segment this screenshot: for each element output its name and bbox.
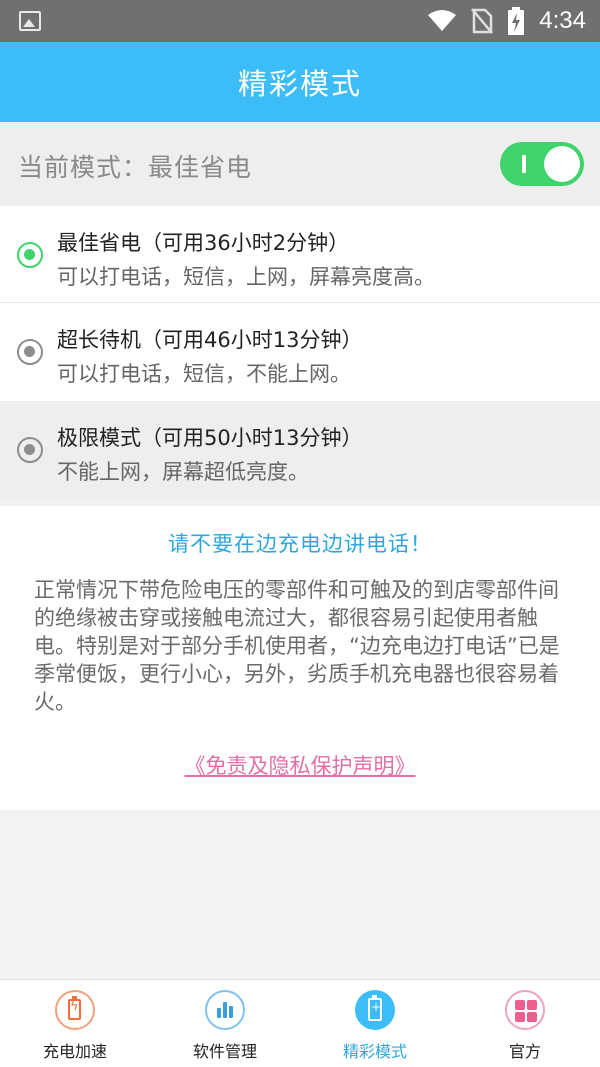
battery-mode-icon <box>355 990 395 1030</box>
option-desc: 可以打电话，短信，不能上网。 <box>57 362 351 386</box>
nav-label: 充电加速 <box>42 1042 107 1061</box>
nav-label: 软件管理 <box>192 1042 257 1061</box>
radio-best-saving[interactable] <box>17 242 43 268</box>
nav-item-charge-boost[interactable]: 充电加速 <box>0 980 150 1067</box>
privacy-statement-link[interactable]: 《免责及隐私保护声明》 <box>0 750 600 780</box>
warning-paragraph: 正常情况下带危险电压的零部件和可触及的到店零部件间的绝缘被击穿或接触电流过大，都… <box>34 578 560 714</box>
option-best-saving[interactable]: 最佳省电（可用36小时2分钟） 可以打电话，短信，上网，屏幕亮度高。 <box>0 206 600 304</box>
page-title: 精彩模式 <box>237 67 362 101</box>
app-bar: 精彩模式 <box>0 42 600 122</box>
option-desc: 不能上网，屏幕超低亮度。 <box>57 460 309 484</box>
nav-item-software-manage[interactable]: 软件管理 <box>150 980 300 1067</box>
bottom-nav: 充电加速 软件管理 精彩模式 官方 <box>0 979 600 1067</box>
nav-item-official[interactable]: 官方 <box>450 980 600 1067</box>
option-title: 超长待机（可用46小时13分钟） <box>57 328 363 352</box>
wifi-icon <box>428 10 457 31</box>
radio-long-standby[interactable] <box>17 339 43 365</box>
nav-item-wonderful-mode[interactable]: 精彩模式 <box>300 980 450 1067</box>
nav-label: 精彩模式 <box>342 1042 407 1061</box>
radio-extreme-mode[interactable] <box>17 437 43 463</box>
battery-charge-icon <box>55 990 95 1030</box>
battery-charging-icon <box>508 7 525 35</box>
option-title: 最佳省电（可用36小时2分钟） <box>57 231 350 255</box>
mode-toggle[interactable] <box>500 142 584 186</box>
option-desc: 可以打电话，短信，上网，屏幕亮度高。 <box>57 265 435 289</box>
image-icon <box>19 11 41 31</box>
option-long-standby[interactable]: 超长待机（可用46小时13分钟） 可以打电话，短信，不能上网。 <box>0 303 600 401</box>
option-title: 极限模式（可用50小时13分钟） <box>57 426 363 450</box>
current-mode-label: 当前模式：最佳省电 <box>18 153 253 182</box>
toggle-on-mark <box>522 155 526 173</box>
status-icons: 4:34 <box>427 6 586 36</box>
grid-icon <box>505 990 545 1030</box>
warning-text: 请不要在边充电边讲电话！ <box>168 532 432 556</box>
status-time: 4:34 <box>539 7 586 34</box>
bar-chart-icon <box>205 990 245 1030</box>
status-bar: 4:34 <box>0 0 600 42</box>
nav-label: 官方 <box>508 1042 541 1061</box>
option-extreme-mode[interactable]: 极限模式（可用50小时13分钟） 不能上网，屏幕超低亮度。 <box>0 401 600 499</box>
no-sim-icon <box>471 8 494 34</box>
info-panel: 请不要在边充电边讲电话！ 正常情况下带危险电压的零部件和可触及的到店零部件间的绝… <box>0 506 600 810</box>
toggle-knob <box>544 146 580 182</box>
